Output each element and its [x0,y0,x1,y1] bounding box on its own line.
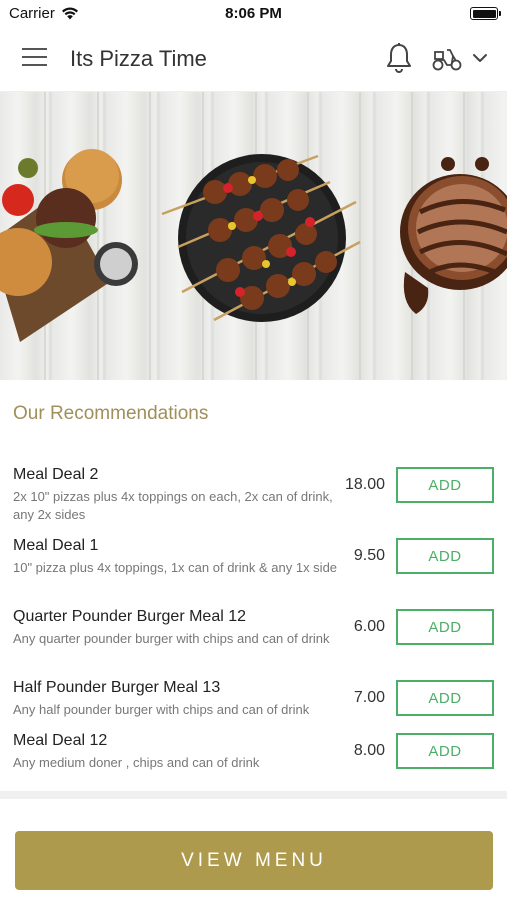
banner-illustration [0,92,507,380]
item-name: Half Pounder Burger Meal 13 [13,679,221,696]
bell-icon[interactable] [385,42,413,74]
delivery-scooter-icon[interactable] [431,46,463,72]
item-name: Quarter Pounder Burger Meal 12 [13,608,247,625]
item-price: 6.00 [353,618,385,635]
item-price: 18.00 [344,476,385,493]
chocolate-cake-image [400,157,507,314]
add-button[interactable]: ADD [396,680,494,716]
item-price: 8.00 [353,742,385,759]
item-description: Any medium doner , chips and can of drin… [13,755,260,770]
add-button[interactable]: ADD [396,609,494,645]
item-name: Meal Deal 1 [13,537,99,554]
item-description: Any half pounder burger with chips and c… [13,702,310,717]
status-bar: Carrier 8:06 PM [0,0,507,26]
hero-banner [0,92,507,380]
burger-board-image [0,149,138,342]
item-description: 2x 10" pizzas plus 4x toppings on each, … [13,489,333,522]
item-name: Meal Deal 2 [13,466,99,483]
clock: 8:06 PM [225,5,282,22]
menu-icon[interactable] [22,48,47,68]
battery-icon [470,7,501,20]
item-description: 10" pizza plus 4x toppings, 1x can of dr… [13,560,338,575]
page-title: Its Pizza Time [70,46,207,71]
view-menu-button[interactable]: VIEW MENU [15,831,493,890]
item-price: 7.00 [353,689,385,706]
add-button[interactable]: ADD [396,538,494,574]
item-price: 9.50 [353,547,385,564]
add-button[interactable]: ADD [396,733,494,769]
section-divider [0,791,507,799]
kebab-skewers-image [161,154,361,322]
top-nav-bar: Its Pizza Time [0,26,507,92]
add-button[interactable]: ADD [396,467,494,503]
item-description: Any quarter pounder burger with chips an… [13,631,330,646]
section-title: Our Recommendations [13,403,209,424]
item-name: Meal Deal 12 [13,732,108,749]
chevron-down-icon[interactable] [472,52,488,64]
